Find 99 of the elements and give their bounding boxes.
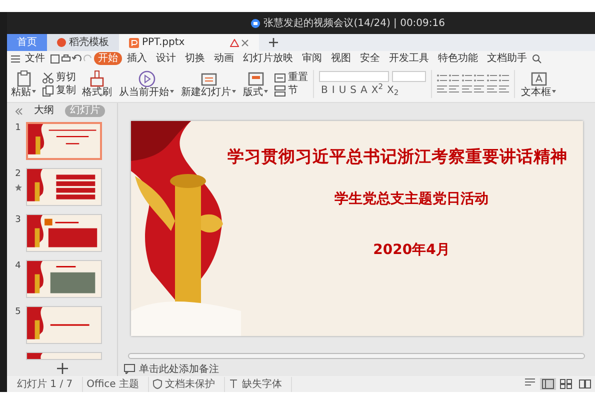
ribbon-tab[interactable]: 切换 bbox=[181, 52, 209, 65]
align-icon[interactable] bbox=[486, 85, 496, 94]
undo-icon[interactable] bbox=[72, 54, 82, 64]
ribbon-tab[interactable]: 幻灯片放映 bbox=[239, 52, 297, 65]
new-slide-button[interactable]: 新建幻灯片 bbox=[180, 70, 237, 98]
close-icon[interactable] bbox=[241, 38, 249, 46]
shield-icon bbox=[153, 379, 162, 389]
list-icon[interactable] bbox=[474, 74, 484, 83]
list-icon[interactable] bbox=[436, 74, 446, 83]
play-icon bbox=[138, 70, 156, 86]
slide-thumbnail[interactable] bbox=[26, 352, 102, 360]
slide-number: 1 bbox=[15, 122, 21, 135]
warning-icon bbox=[230, 38, 238, 46]
ribbon-button[interactable]: 复制 bbox=[42, 84, 76, 97]
ribbon-button[interactable]: 节 bbox=[274, 84, 308, 97]
slide-thumbnail[interactable] bbox=[26, 122, 102, 160]
ribbon-tab[interactable]: 审阅 bbox=[298, 52, 326, 65]
font-icon bbox=[229, 379, 240, 389]
ribbon-tab[interactable]: 安全 bbox=[356, 52, 384, 65]
status-button[interactable]: 文档未保护 bbox=[165, 376, 216, 392]
meeting-icon bbox=[250, 18, 260, 28]
print-icon[interactable] bbox=[61, 54, 71, 64]
ribbon-tab[interactable]: 设计 bbox=[152, 52, 180, 65]
list-icon[interactable] bbox=[499, 74, 509, 83]
panel-tab[interactable]: 大纲 bbox=[29, 105, 59, 117]
presentation-file-icon bbox=[129, 38, 139, 48]
layout-icon bbox=[246, 70, 264, 86]
brush-icon bbox=[88, 70, 106, 86]
list-icon[interactable] bbox=[486, 74, 496, 83]
paste-icon bbox=[14, 70, 32, 86]
align-icon[interactable] bbox=[462, 85, 472, 94]
format-painter-button[interactable]: 格式刷 bbox=[81, 70, 113, 98]
format-button[interactable]: X$_{2}$ bbox=[385, 84, 401, 97]
collapse-icon[interactable] bbox=[15, 108, 23, 114]
window-tab[interactable]: 稻壳模板 bbox=[47, 34, 119, 51]
ribbon-tab[interactable]: 插入 bbox=[123, 52, 151, 65]
slide-thumbnail[interactable] bbox=[26, 168, 102, 206]
view-button[interactable] bbox=[576, 378, 592, 390]
align-icon[interactable] bbox=[449, 85, 459, 94]
reset-icon bbox=[274, 72, 286, 84]
align-icon[interactable] bbox=[436, 85, 446, 94]
paste-button[interactable]: 粘贴 bbox=[10, 70, 37, 98]
text-box-icon bbox=[530, 70, 548, 86]
section-icon bbox=[274, 84, 286, 96]
plus-icon bbox=[269, 38, 278, 47]
window-tab[interactable]: PPT.pptx bbox=[119, 34, 259, 51]
ribbon-button[interactable]: 重置 bbox=[274, 71, 308, 84]
menu-icon[interactable] bbox=[11, 54, 20, 62]
view-button[interactable] bbox=[540, 378, 556, 390]
normal-view-icon bbox=[542, 379, 554, 389]
docer-logo-icon bbox=[57, 38, 66, 47]
slide-sorter-icon bbox=[560, 379, 572, 389]
search-icon[interactable] bbox=[532, 54, 542, 64]
text-box-button[interactable]: 文本框 bbox=[520, 70, 557, 98]
font-size-field[interactable] bbox=[392, 71, 426, 82]
status-text: Office 主题 bbox=[86, 378, 140, 392]
save-icon[interactable] bbox=[50, 54, 60, 64]
plus-icon bbox=[56, 363, 68, 374]
font-name-field[interactable] bbox=[319, 71, 389, 82]
ribbon-tab[interactable]: 特色功能 bbox=[434, 52, 482, 65]
slide-number: 4 bbox=[15, 260, 21, 273]
slide-date: 2020年4月 bbox=[373, 241, 450, 260]
play-from-current-button[interactable]: 从当前开始 bbox=[118, 70, 175, 98]
list-icon[interactable] bbox=[449, 74, 459, 83]
ribbon-tab[interactable]: 视图 bbox=[327, 52, 355, 65]
slide-thumbnail[interactable] bbox=[26, 260, 102, 298]
format-button[interactable]: U bbox=[336, 84, 348, 97]
list-icon[interactable] bbox=[462, 74, 472, 83]
slide-number: 5 bbox=[15, 306, 21, 319]
format-button[interactable]: B bbox=[319, 84, 330, 97]
slide-subtitle: 学生党总支主题党日活动 bbox=[334, 190, 488, 209]
format-button[interactable]: A bbox=[358, 84, 370, 97]
ribbon-tab[interactable]: 开发工具 bbox=[385, 52, 433, 65]
format-button[interactable]: X$^{2}$ bbox=[369, 84, 385, 97]
file-menu[interactable]: 文件 bbox=[21, 52, 49, 65]
slide-thumbnail[interactable] bbox=[26, 306, 102, 344]
notes-toggle-icon[interactable] bbox=[525, 378, 537, 387]
format-button[interactable]: S bbox=[348, 84, 359, 97]
layout-button[interactable]: 版式 bbox=[242, 70, 269, 98]
horizontal-scrollbar[interactable] bbox=[128, 353, 585, 359]
align-icon[interactable] bbox=[474, 85, 484, 94]
slide-number: 2 bbox=[15, 168, 21, 181]
copy-icon bbox=[42, 84, 54, 96]
slide-number: 3 bbox=[15, 214, 21, 227]
ribbon-button[interactable]: 剪切 bbox=[42, 71, 76, 84]
format-button[interactable]: I bbox=[330, 84, 337, 97]
ribbon-tab[interactable]: 动画 bbox=[210, 52, 238, 65]
status-text: 幻灯片 1 / 7 bbox=[17, 378, 73, 392]
slide-title: 学习贯彻习近平总书记浙江考察重要讲话精神 bbox=[228, 147, 568, 167]
comment-icon bbox=[124, 364, 135, 374]
notes-placeholder[interactable]: 单击此处添加备注 bbox=[139, 362, 219, 376]
meeting-status-text: 张慧发起的视频会议(14/24) | 00:09:16 bbox=[264, 16, 445, 30]
scissors-icon bbox=[42, 72, 54, 84]
status-button[interactable]: 缺失字体 bbox=[242, 376, 282, 392]
align-icon[interactable] bbox=[499, 85, 509, 94]
ribbon-tab[interactable]: 文档助手 bbox=[483, 52, 531, 65]
view-button[interactable] bbox=[558, 378, 574, 390]
reading-view-icon bbox=[578, 379, 590, 389]
slide-thumbnail[interactable] bbox=[26, 214, 102, 252]
